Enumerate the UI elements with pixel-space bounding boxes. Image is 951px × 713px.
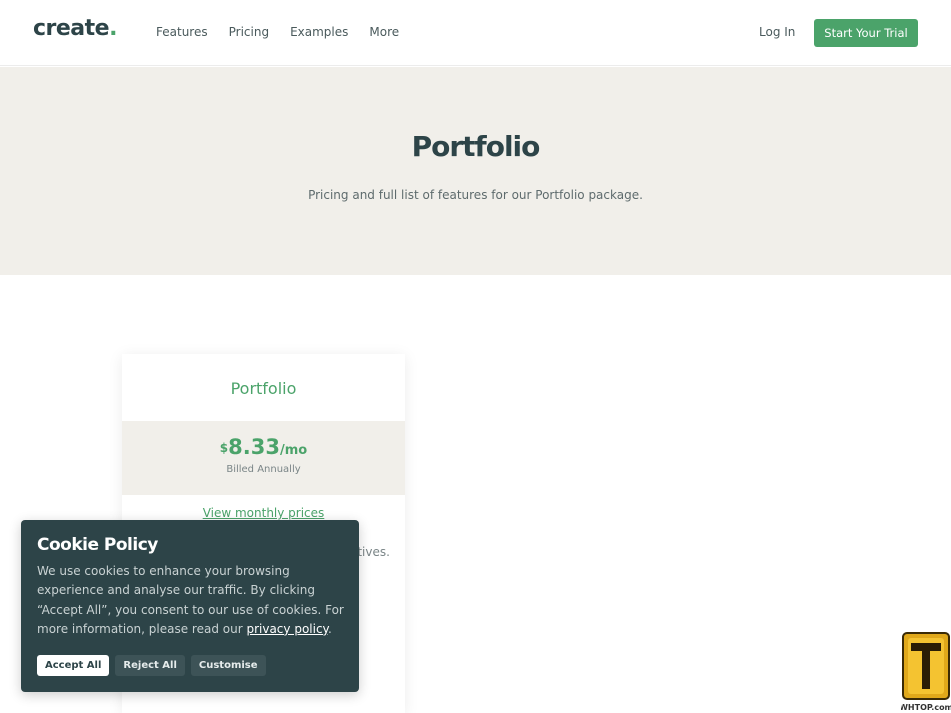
start-trial-button[interactable]: Start Your Trial <box>814 19 918 47</box>
nav-more[interactable]: More <box>369 25 399 39</box>
view-monthly-prices-link[interactable]: View monthly prices <box>122 506 405 520</box>
watermark-text: WHTOP.com <box>901 703 951 712</box>
cookie-text-end: . <box>327 621 332 636</box>
billing-note: Billed Annually <box>226 464 301 475</box>
plan-title: Portfolio <box>230 379 297 398</box>
accept-all-button[interactable]: Accept All <box>37 655 110 676</box>
privacy-policy-link[interactable]: privacy policy <box>246 622 327 636</box>
price-period: /mo <box>279 443 308 458</box>
page-subtitle: Pricing and full list of features for ou… <box>308 188 643 202</box>
login-link[interactable]: Log In <box>759 25 795 39</box>
cookie-actions: Accept All Reject All Customise <box>37 655 266 676</box>
logo[interactable]: create. <box>33 16 117 41</box>
logo-dot: . <box>109 16 117 41</box>
hero-section: Portfolio Pricing and full list of featu… <box>0 67 951 275</box>
whtop-watermark: WHTOP.com <box>899 631 951 713</box>
price-amount: 8.33 <box>228 435 280 459</box>
cookie-title: Cookie Policy <box>37 535 158 555</box>
reject-all-button[interactable]: Reject All <box>115 655 185 676</box>
page-title: Portfolio <box>411 130 541 163</box>
plan-price: $8.33/mo <box>122 435 405 459</box>
main-nav: Features Pricing Examples More <box>156 25 420 39</box>
site-header: create. Features Pricing Examples More L… <box>0 0 951 66</box>
price-box: $8.33/mo Billed Annually <box>122 421 405 495</box>
cookie-text: We use cookies to enhance your browsing … <box>37 562 349 639</box>
nav-examples[interactable]: Examples <box>290 25 348 39</box>
price-currency: $ <box>219 441 229 455</box>
watermark-logo-icon: WHTOP.com <box>899 632 951 712</box>
nav-pricing[interactable]: Pricing <box>229 25 269 39</box>
cookie-banner: Cookie Policy We use cookies to enhance … <box>21 520 359 692</box>
customise-button[interactable]: Customise <box>190 655 266 676</box>
logo-text: create <box>33 16 110 41</box>
nav-features[interactable]: Features <box>156 25 208 39</box>
